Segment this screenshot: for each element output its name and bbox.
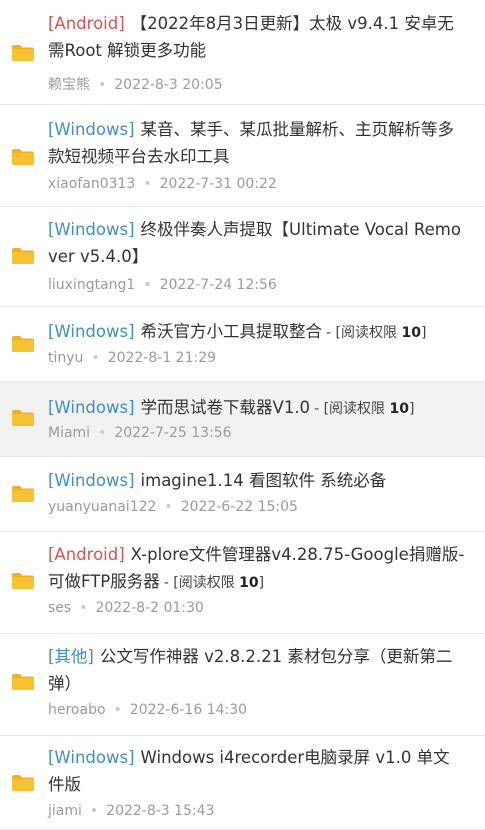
separator-dot: • bbox=[89, 803, 99, 819]
thread-title[interactable]: [Windows] 学而思试卷下载器V1.0- [阅读权限 10] bbox=[48, 394, 465, 423]
folder-icon bbox=[11, 148, 35, 166]
folder-icon bbox=[11, 44, 35, 62]
category-tag[interactable]: [Android] bbox=[48, 545, 125, 564]
thread-meta: yuanyuanai122 • 2022-6-22 15:05 bbox=[48, 499, 298, 515]
list-item[interactable]: [Windows] 某音、某手、某瓜批量解析、主页解析等多款短视频平台去水印工具 x… bbox=[0, 105, 485, 207]
folder-icon bbox=[11, 485, 35, 503]
thread-title[interactable]: [Windows] 终极伴奏人声提取【Ultimate Vocal Remover… bbox=[48, 216, 465, 270]
post-date: 2022-8-3 20:05 bbox=[114, 77, 223, 93]
thread-list: [Android] 【2022年8月3日更新】太极 v9.4.1 安卓无需Root… bbox=[0, 0, 485, 830]
post-date: 2022-6-16 14:30 bbox=[129, 702, 248, 718]
separator-dot: • bbox=[91, 350, 100, 366]
thread-meta: tinyu • 2022-8-1 21:29 bbox=[48, 350, 216, 366]
category-tag[interactable]: [Windows] bbox=[48, 398, 135, 417]
thread-meta: ses • 2022-8-2 01:30 bbox=[48, 600, 204, 616]
thread-title-text[interactable]: imagine1.14 看图软件 系统必备 bbox=[141, 471, 387, 490]
author-name[interactable]: tinyu bbox=[48, 350, 83, 366]
thread-title-text[interactable]: 学而思试卷下载器V1.0 bbox=[141, 398, 311, 417]
separator-dot: • bbox=[98, 425, 107, 441]
author-name[interactable]: heroabo bbox=[48, 702, 106, 718]
list-item[interactable]: [Windows] Windows i4recorder电脑录屏 v1.0 单文件… bbox=[0, 736, 485, 830]
thread-meta: heroabo • 2022-6-16 14:30 bbox=[48, 702, 247, 718]
separator-dot: • bbox=[79, 600, 88, 616]
folder-icon bbox=[11, 247, 35, 265]
thread-meta: liuxingtang1 • 2022-7-24 12:56 bbox=[48, 277, 277, 293]
category-tag[interactable]: [其他] bbox=[48, 647, 94, 666]
thread-title[interactable]: [其他] 公文写作神器 v2.8.2.21 素材包分享（更新第二弹） bbox=[48, 643, 465, 697]
thread-meta: 赖宝熊 • 2022-8-3 20:05 bbox=[48, 74, 223, 94]
folder-icon bbox=[11, 774, 35, 792]
author-name[interactable]: Miami bbox=[48, 425, 90, 441]
list-item[interactable]: [Android] 【2022年8月3日更新】太极 v9.4.1 安卓无需Root… bbox=[0, 0, 485, 105]
post-date: 2022-7-25 13:56 bbox=[114, 425, 232, 441]
list-item[interactable]: [Windows] 学而思试卷下载器V1.0- [阅读权限 10] Miami • 20… bbox=[0, 382, 485, 457]
list-item[interactable]: [其他] 公文写作神器 v2.8.2.21 素材包分享（更新第二弹） heroabo… bbox=[0, 634, 485, 736]
thread-meta: Miami • 2022-7-25 13:56 bbox=[48, 425, 232, 441]
read-permission-label: - [阅读权限 10] bbox=[326, 325, 427, 341]
separator-dot: • bbox=[113, 702, 122, 718]
thread-title-text[interactable]: 公文写作神器 v2.8.2.21 素材包分享（更新第二弹） bbox=[48, 647, 452, 693]
thread-title[interactable]: [Windows] imagine1.14 看图软件 系统必备 bbox=[48, 467, 465, 494]
folder-icon bbox=[11, 409, 35, 427]
author-name[interactable]: ses bbox=[48, 600, 71, 616]
category-tag[interactable]: [Windows] bbox=[48, 748, 135, 767]
thread-meta: jiami • 2022-8-3 15:43 bbox=[48, 803, 215, 819]
post-date: 2022-6-22 15:05 bbox=[180, 499, 298, 515]
category-tag[interactable]: [Windows] bbox=[48, 120, 135, 139]
separator-dot: • bbox=[164, 499, 173, 515]
post-date: 2022-8-2 01:30 bbox=[95, 600, 204, 616]
category-tag[interactable]: [Windows] bbox=[48, 322, 135, 341]
post-date: 2022-8-3 15:43 bbox=[106, 803, 215, 819]
thread-title[interactable]: [Windows] Windows i4recorder电脑录屏 v1.0 单文件… bbox=[48, 744, 465, 798]
author-name[interactable]: xiaofan0313 bbox=[48, 176, 135, 192]
author-name[interactable]: jiami bbox=[48, 803, 82, 819]
author-name[interactable]: liuxingtang1 bbox=[48, 277, 135, 293]
list-item[interactable]: [Android] X-plore文件管理器v4.28.75-Google捐赠版-… bbox=[0, 532, 485, 634]
post-date: 2022-8-1 21:29 bbox=[107, 350, 217, 366]
separator-dot: • bbox=[98, 77, 107, 93]
author-name[interactable]: 赖宝熊 bbox=[48, 77, 90, 93]
separator-dot: • bbox=[143, 277, 152, 293]
folder-icon bbox=[11, 572, 35, 590]
thread-title[interactable]: [Windows] 希沃官方小工具提取整合 - [阅读权限 10] bbox=[48, 318, 465, 347]
thread-title[interactable]: [Android] X-plore文件管理器v4.28.75-Google捐赠版-… bbox=[48, 541, 465, 597]
folder-icon bbox=[11, 335, 35, 353]
category-tag[interactable]: [Android] bbox=[48, 14, 125, 33]
post-date: 2022-7-24 12:56 bbox=[159, 277, 277, 293]
folder-icon bbox=[11, 673, 35, 691]
list-item[interactable]: [Windows] imagine1.14 看图软件 系统必备 yuanyuanai… bbox=[0, 457, 485, 532]
category-tag[interactable]: [Windows] bbox=[48, 220, 135, 239]
post-date: 2022-7-31 00:22 bbox=[159, 176, 277, 192]
category-tag[interactable]: [Windows] bbox=[48, 471, 135, 490]
read-permission-label: - [阅读权限 10] bbox=[163, 575, 265, 591]
list-item[interactable]: [Windows] 希沃官方小工具提取整合 - [阅读权限 10] tinyu • 202… bbox=[0, 307, 485, 382]
thread-meta: xiaofan0313 • 2022-7-31 00:22 bbox=[48, 176, 277, 192]
thread-title-text[interactable]: 希沃官方小工具提取整合 bbox=[141, 322, 323, 341]
list-item[interactable]: [Windows] 终极伴奏人声提取【Ultimate Vocal Remover… bbox=[0, 207, 485, 307]
separator-dot: • bbox=[143, 176, 152, 192]
read-permission-label: - [阅读权限 10] bbox=[314, 401, 415, 417]
thread-title[interactable]: [Windows] 某音、某手、某瓜批量解析、主页解析等多款短视频平台去水印工具 bbox=[48, 116, 465, 170]
author-name[interactable]: yuanyuanai122 bbox=[48, 499, 156, 515]
thread-title[interactable]: [Android] 【2022年8月3日更新】太极 v9.4.1 安卓无需Root… bbox=[48, 10, 465, 64]
